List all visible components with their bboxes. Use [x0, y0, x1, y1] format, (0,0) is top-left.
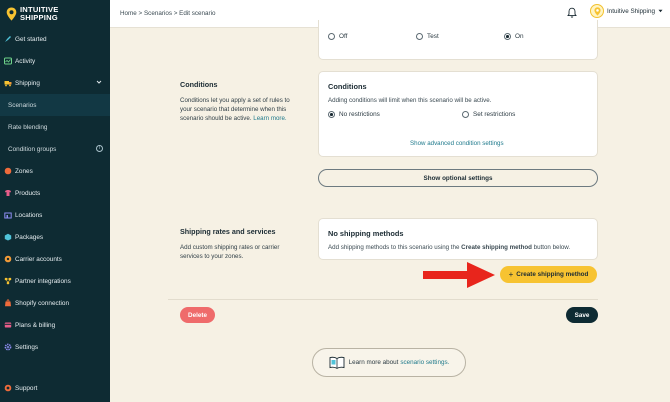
- locations-icon: [4, 211, 12, 219]
- sidebar-item-label: Packages: [15, 233, 44, 241]
- packages-icon: [4, 233, 12, 241]
- set-restrictions-option[interactable]: Set restrictions: [462, 111, 515, 118]
- sidebar-item-label: Partner integrations: [15, 277, 71, 285]
- no-restrictions-option[interactable]: No restrictions: [328, 111, 380, 118]
- account-name: Intuitive Shipping: [607, 7, 655, 15]
- shopify-icon: [4, 299, 12, 307]
- avatar: [590, 4, 604, 18]
- status-option-on[interactable]: On: [504, 33, 524, 40]
- chevron-down-icon[interactable]: [96, 79, 102, 87]
- products-icon: [4, 189, 12, 197]
- sidebar-item-scenarios[interactable]: Scenarios: [0, 94, 110, 116]
- sidebar-item-shipping[interactable]: Shipping: [0, 72, 110, 94]
- rocket-icon: [4, 35, 12, 43]
- sidebar-item-shopify-connection[interactable]: Shopify connection: [0, 292, 110, 314]
- zones-icon: [4, 167, 12, 175]
- support-icon: [4, 384, 12, 392]
- learn-more-banner[interactable]: Learn more about scenario settings.: [312, 348, 466, 377]
- sidebar-item-locations[interactable]: Locations: [0, 204, 110, 226]
- rates-section-description: Add custom shipping rates or carrier ser…: [180, 244, 280, 260]
- divider: [168, 299, 598, 300]
- create-shipping-method-button[interactable]: + Create shipping method: [500, 266, 597, 283]
- gear-icon: [4, 343, 12, 351]
- sidebar-item-label: Shopify connection: [15, 299, 70, 307]
- show-optional-settings-button[interactable]: Show optional settings: [318, 169, 598, 187]
- sidebar-nav: Get started Activity Shipping Scenarios …: [0, 28, 110, 358]
- sidebar-item-label: Zones: [15, 167, 33, 175]
- location-pin-icon: [593, 6, 601, 16]
- sidebar-item-rate-blending[interactable]: Rate blending: [0, 116, 110, 138]
- info-icon[interactable]: i: [96, 145, 103, 152]
- sidebar-item-carrier-accounts[interactable]: Carrier accounts: [0, 248, 110, 270]
- conditions-card-title: Conditions: [328, 82, 367, 91]
- sidebar-item-packages[interactable]: Packages: [0, 226, 110, 248]
- conditions-section-description: Conditions let you apply a set of rules …: [180, 97, 290, 122]
- breadcrumb[interactable]: Home > Scenarios > Edit scenario: [120, 10, 216, 17]
- billing-icon: [4, 321, 12, 329]
- location-pin-icon: [6, 7, 17, 21]
- save-button[interactable]: Save: [566, 307, 598, 323]
- shipping-methods-card: No shipping methods Add shipping methods…: [318, 218, 598, 260]
- status-radio[interactable]: [328, 33, 335, 40]
- delete-button[interactable]: Delete: [180, 307, 215, 323]
- sidebar-item-partner-integrations[interactable]: Partner integrations: [0, 270, 110, 292]
- arrow-right-icon: [423, 262, 495, 288]
- status-option-off[interactable]: Off: [328, 33, 347, 40]
- sidebar-item-label: Get started: [15, 35, 47, 43]
- conditions-section-title: Conditions: [180, 80, 218, 89]
- sidebar-item-label: Products: [15, 189, 41, 197]
- sidebar-item-plans-billing[interactable]: Plans & billing: [0, 314, 110, 336]
- sidebar-item-get-started[interactable]: Get started: [0, 28, 110, 50]
- sidebar-item-label: Scenarios: [8, 101, 37, 109]
- restrictions-radio[interactable]: [462, 111, 469, 118]
- caret-down-icon: [658, 8, 663, 15]
- status-card: Off Test On: [318, 20, 598, 60]
- sidebar-item-settings[interactable]: Settings: [0, 336, 110, 358]
- activity-icon: [4, 57, 12, 65]
- sidebar-item-products[interactable]: Products: [0, 182, 110, 204]
- carrier-icon: [4, 255, 12, 263]
- learn-more-link[interactable]: Learn more.: [253, 115, 286, 122]
- sidebar-item-label: Locations: [15, 211, 43, 219]
- sidebar-item-support[interactable]: Support: [4, 384, 37, 392]
- sidebar-item-label: Shipping: [15, 79, 40, 87]
- book-icon: [329, 356, 345, 369]
- status-option-test[interactable]: Test: [416, 33, 439, 40]
- sidebar-item-label: Settings: [15, 343, 39, 351]
- partner-icon: [4, 277, 12, 285]
- shipping-icon: [4, 79, 12, 87]
- sidebar-item-label: Carrier accounts: [15, 255, 62, 263]
- sidebar-item-label: Support: [15, 384, 38, 392]
- scenario-settings-link[interactable]: scenario settings.: [400, 359, 449, 366]
- sidebar-item-label: Plans & billing: [15, 321, 56, 329]
- shipping-methods-text: Add shipping methods to this scenario us…: [328, 244, 571, 251]
- bell-icon[interactable]: [566, 7, 578, 19]
- sidebar-item-label: Rate blending: [8, 123, 48, 131]
- brand-line-2: SHIPPING: [20, 13, 58, 22]
- account-menu[interactable]: Intuitive Shipping: [590, 4, 663, 18]
- rates-section-title: Shipping rates and services: [180, 227, 276, 236]
- status-radio[interactable]: [504, 33, 511, 40]
- restrictions-radio[interactable]: [328, 111, 335, 118]
- plus-icon: +: [508, 270, 514, 279]
- conditions-card-text: Adding conditions will limit when this s…: [328, 97, 492, 104]
- sidebar: INTUITIVE SHIPPING Get started Activity …: [0, 0, 110, 402]
- sidebar-item-zones[interactable]: Zones: [0, 160, 110, 182]
- sidebar-item-activity[interactable]: Activity: [0, 50, 110, 72]
- sidebar-item-label: Condition groups: [8, 145, 57, 153]
- brand-logo[interactable]: INTUITIVE SHIPPING: [6, 3, 59, 25]
- sidebar-item-condition-groups[interactable]: Condition groups i: [0, 138, 110, 160]
- sidebar-item-label: Activity: [15, 57, 36, 65]
- advanced-condition-settings-link[interactable]: Show advanced condition settings: [410, 140, 504, 147]
- no-shipping-methods-title: No shipping methods: [328, 229, 404, 238]
- status-radio[interactable]: [416, 33, 423, 40]
- conditions-card: Conditions Adding conditions will limit …: [318, 71, 598, 157]
